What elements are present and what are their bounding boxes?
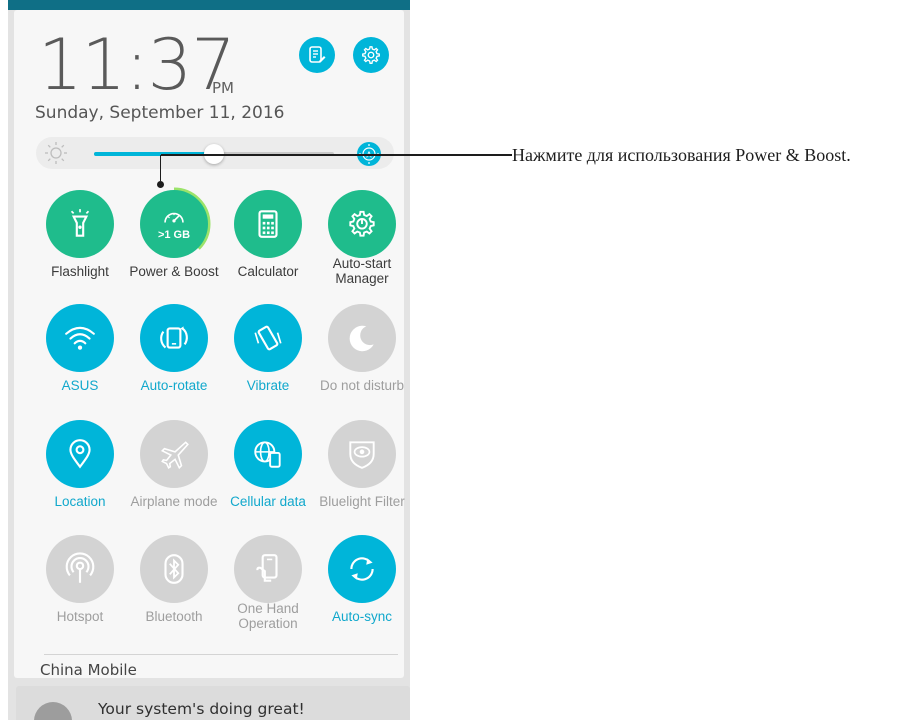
gear-power-icon bbox=[349, 210, 375, 237]
tile-label: Do not disturb bbox=[319, 378, 405, 393]
flashlight-icon bbox=[70, 209, 90, 237]
carrier-name: China Mobile bbox=[40, 661, 137, 679]
tile-button[interactable] bbox=[234, 535, 302, 603]
tile-location[interactable]: Location bbox=[32, 420, 128, 530]
tile-calculator[interactable]: Calculator bbox=[220, 190, 316, 300]
callout-text: Нажмите для использования Power & Boost. bbox=[512, 145, 851, 165]
tile-cellular-data[interactable]: Cellular data bbox=[220, 420, 316, 530]
tile-button[interactable] bbox=[234, 420, 302, 488]
status-bar-edge bbox=[8, 0, 410, 10]
tile-label: Bluetooth bbox=[145, 609, 203, 624]
tile-label: Auto-sync bbox=[331, 609, 393, 624]
tile-hotspot[interactable]: Hotspot bbox=[32, 535, 128, 645]
wifi-icon bbox=[65, 326, 95, 350]
location-pin-icon bbox=[69, 439, 91, 469]
tile-button[interactable] bbox=[46, 304, 114, 372]
tile-label: Bluelight Filter bbox=[319, 494, 405, 509]
clock-time: 11:37 bbox=[38, 24, 236, 106]
tile-button[interactable] bbox=[140, 420, 208, 488]
airplane-icon bbox=[160, 441, 189, 470]
notification-card[interactable]: Your system's doing great! bbox=[16, 686, 410, 720]
brightness-low-icon bbox=[45, 142, 67, 164]
memory-freed-label: >1 GB bbox=[157, 229, 191, 241]
tile-label: Auto-start Manager bbox=[332, 256, 392, 286]
date-label: Sunday, September 11, 2016 bbox=[35, 103, 285, 123]
tile-button[interactable] bbox=[328, 190, 396, 258]
tile-label: One Hand Operation bbox=[237, 601, 299, 631]
tile-button[interactable] bbox=[46, 535, 114, 603]
tile-button[interactable] bbox=[140, 535, 208, 603]
clock-ampm: PM bbox=[212, 79, 234, 97]
tile-auto-start-manager[interactable]: Auto-start Manager bbox=[314, 190, 410, 300]
bluetooth-icon bbox=[164, 554, 184, 584]
tile-button[interactable] bbox=[328, 304, 396, 372]
system-status-icon bbox=[34, 702, 72, 720]
tile-power-boost[interactable]: >1 GB Power & Boost bbox=[126, 187, 222, 300]
divider bbox=[44, 654, 398, 655]
callout-line bbox=[161, 154, 512, 156]
cellular-globe-icon bbox=[254, 441, 281, 468]
tile-button[interactable] bbox=[328, 535, 396, 603]
tile-button[interactable] bbox=[140, 304, 208, 372]
quick-settings-panel: 11:37 PM Sunday, September 11, 2016 Flas… bbox=[14, 10, 405, 679]
tile-button[interactable] bbox=[328, 420, 396, 488]
tile-auto-sync[interactable]: Auto-sync bbox=[314, 535, 410, 645]
tile-button[interactable] bbox=[234, 304, 302, 372]
rotate-icon bbox=[160, 326, 188, 349]
tile-button[interactable] bbox=[46, 190, 114, 258]
eye-shield-icon bbox=[349, 441, 375, 469]
tile-button[interactable]: >1 GB bbox=[140, 190, 208, 258]
tile-label: Calculator bbox=[237, 264, 299, 279]
tile-airplane-mode[interactable]: Airplane mode bbox=[126, 420, 222, 530]
callout-dot bbox=[157, 181, 164, 188]
tile-do-not-disturb[interactable]: Do not disturb bbox=[314, 304, 410, 414]
moon-icon bbox=[349, 325, 374, 352]
tile-flashlight[interactable]: Flashlight bbox=[32, 190, 128, 300]
notification-text: Your system's doing great! bbox=[98, 700, 305, 718]
hotspot-icon bbox=[65, 552, 95, 583]
brightness-control: A bbox=[36, 137, 394, 169]
tile-button[interactable] bbox=[234, 190, 302, 258]
one-hand-icon bbox=[256, 554, 278, 582]
tile-bluelight-filter[interactable]: Bluelight Filter bbox=[314, 420, 410, 530]
calculator-icon bbox=[258, 210, 278, 238]
tile-bluetooth[interactable]: Bluetooth bbox=[126, 535, 222, 645]
notes-edit-icon bbox=[309, 46, 326, 63]
notes-button[interactable] bbox=[299, 37, 335, 73]
callout-leader bbox=[159, 155, 161, 181]
tile-auto-rotate[interactable]: Auto-rotate bbox=[126, 304, 222, 414]
tile-one-hand-operation[interactable]: One Hand Operation bbox=[220, 535, 316, 645]
gear-icon bbox=[362, 46, 380, 64]
tile-button[interactable] bbox=[46, 420, 114, 488]
tile-vibrate[interactable]: Vibrate bbox=[220, 304, 316, 414]
settings-button[interactable] bbox=[353, 37, 389, 73]
phone-screen: 11:37 PM Sunday, September 11, 2016 Flas… bbox=[8, 0, 410, 720]
vibrate-icon bbox=[254, 325, 282, 351]
tile-asus[interactable]: ASUS bbox=[32, 304, 128, 414]
sync-icon bbox=[350, 557, 374, 581]
